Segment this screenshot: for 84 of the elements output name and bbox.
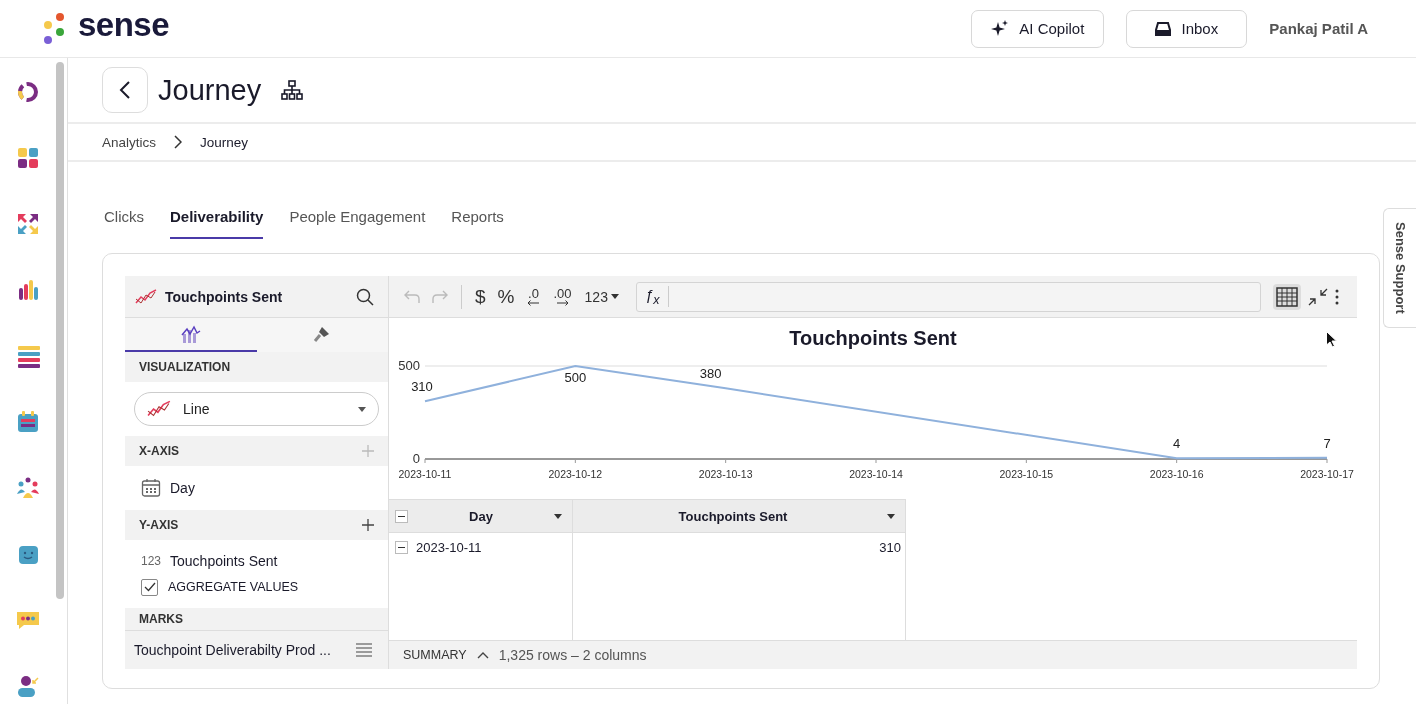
data-label: 4 <box>1173 436 1181 452</box>
bar-chart-icon[interactable] <box>16 278 40 302</box>
table-view-button[interactable] <box>1273 283 1301 310</box>
page-title: Journey <box>158 73 262 107</box>
checkbox-label: AGGREGATE VALUES <box>168 580 299 594</box>
data-label: 380 <box>699 366 722 382</box>
field-name[interactable]: Touchpoints Sent <box>170 553 278 569</box>
inbox-button[interactable]: Inbox <box>1126 9 1248 48</box>
collapse-toggle[interactable] <box>395 509 408 523</box>
axis-label: 2023-10-15 <box>999 468 1054 480</box>
calendar-icon <box>141 478 161 498</box>
logo-wordmark: sense <box>78 5 170 44</box>
cursor-icon <box>1326 331 1337 348</box>
calendar-icon[interactable] <box>16 410 40 434</box>
back-button[interactable] <box>102 67 148 113</box>
list-icon[interactable] <box>16 344 40 368</box>
arrows-icon[interactable] <box>16 212 40 236</box>
section-header: Y-AXIS <box>139 518 179 532</box>
data-label: 7 <box>1323 435 1331 451</box>
axis-label: 2023-10-16 <box>1149 468 1204 480</box>
search-icon[interactable] <box>356 287 374 306</box>
breadcrumb-link[interactable]: Journey <box>200 134 249 150</box>
format-button[interactable]: % <box>494 283 518 310</box>
decimal-button[interactable]: .0 <box>523 287 544 306</box>
chart-type-dropdown[interactable]: Line <box>134 392 379 426</box>
chevron-up-icon[interactable] <box>476 651 489 659</box>
arrow-icon <box>556 299 569 306</box>
more-icon[interactable] <box>1335 288 1339 305</box>
tab[interactable]: People Engagement <box>289 208 426 239</box>
copilot-button[interactable]: AI Copilot <box>971 9 1105 48</box>
user-name[interactable]: Pankaj Patil A <box>1269 20 1368 37</box>
chart-icon <box>180 325 201 343</box>
panel-title: Touchpoints Sent <box>165 288 283 305</box>
donut-icon[interactable] <box>16 80 40 104</box>
hierarchy-icon[interactable] <box>281 80 304 100</box>
axis-label: 2023-10-17 <box>1300 468 1354 480</box>
number-format-menu[interactable]: 123 <box>581 286 622 307</box>
column-header[interactable]: Touchpoints Sent <box>573 500 905 532</box>
caret-icon <box>610 294 619 299</box>
axis-label: 2023-10-14 <box>849 468 903 480</box>
table-cell: 2023-10-11 <box>416 539 482 555</box>
add-icon[interactable] <box>362 519 374 531</box>
axis-label: 500 <box>398 358 420 373</box>
collapse-toggle[interactable] <box>395 540 408 554</box>
section-header: X-AXIS <box>139 444 179 458</box>
grid-icon[interactable] <box>16 146 40 170</box>
tab[interactable]: Reports <box>451 208 504 239</box>
checkbox[interactable] <box>141 578 158 596</box>
caret-icon <box>358 406 366 412</box>
decimal-button[interactable]: .00 <box>549 287 576 306</box>
line-chart-icon <box>135 288 157 305</box>
axis-label: 2023-10-11 <box>398 468 452 480</box>
field-name[interactable]: Day <box>170 480 195 496</box>
chevron-icon <box>174 135 183 149</box>
people-icon[interactable] <box>16 476 40 500</box>
data-label: 310 <box>411 379 433 395</box>
axis-label: 0 <box>412 451 420 466</box>
section-header: MARKS <box>125 608 388 630</box>
line-chart-icon <box>147 400 171 418</box>
formula-field[interactable]: ƒ$_{x}$ <box>635 281 1261 312</box>
chart-title: Touchpoints Sent <box>789 326 957 350</box>
scrollbar[interactable] <box>56 62 64 599</box>
axis-label: 2023-10-12 <box>548 468 603 480</box>
axis-label: 2023-10-13 <box>698 468 753 480</box>
collapse-icon[interactable] <box>1307 286 1329 307</box>
back-icon <box>119 80 131 100</box>
tab[interactable]: Clicks <box>104 208 144 239</box>
type-label: 123 <box>141 554 162 568</box>
brush-icon <box>313 325 332 343</box>
table-cell: 310 <box>879 539 901 555</box>
caret-icon[interactable] <box>554 513 562 519</box>
format-button[interactable]: $ <box>472 283 489 310</box>
support-tab[interactable]: Sense Support <box>1383 208 1416 328</box>
summary-text: 1,325 rows – 2 columns <box>498 647 647 663</box>
data-label: 500 <box>564 370 587 385</box>
caret-icon[interactable] <box>887 513 895 519</box>
summary-toggle[interactable]: SUMMARY <box>403 648 467 662</box>
column-header[interactable]: Day <box>389 500 573 532</box>
breadcrumb-link[interactable]: Analytics <box>102 134 157 150</box>
section-header: VISUALIZATION <box>125 352 388 382</box>
person-icon[interactable] <box>16 674 40 698</box>
tab[interactable]: Deliverability <box>170 208 264 239</box>
inbox-icon <box>1155 21 1172 36</box>
arrow-icon <box>527 299 540 306</box>
